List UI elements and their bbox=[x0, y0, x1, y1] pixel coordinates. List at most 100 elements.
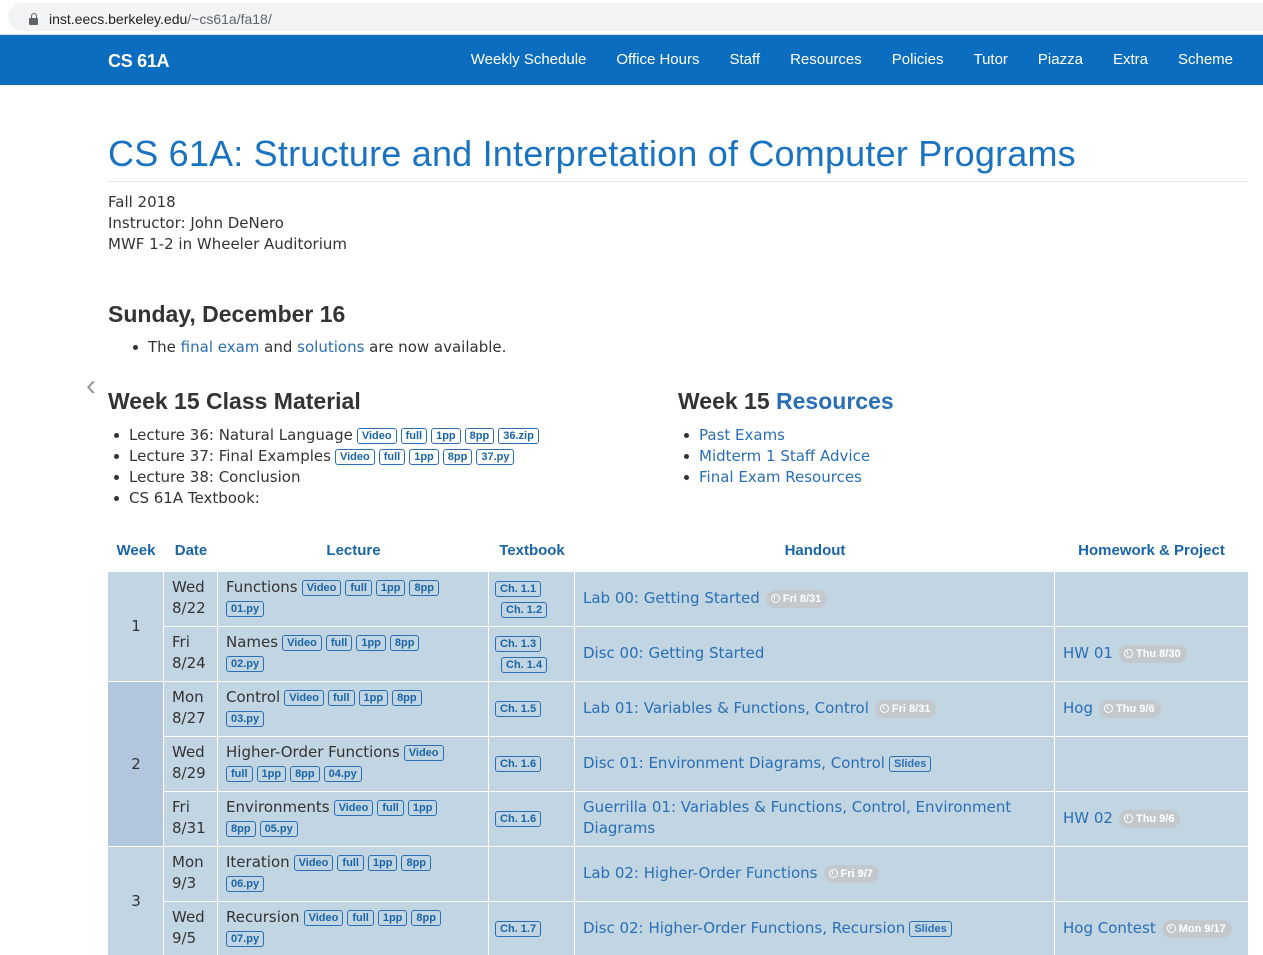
nav-tutor[interactable]: Tutor bbox=[958, 35, 1022, 85]
tag-video-link[interactable]: Video bbox=[293, 855, 334, 871]
tag-video-link[interactable]: Video bbox=[301, 580, 342, 596]
tag-full-link[interactable]: full bbox=[337, 855, 364, 871]
tag-8pp-link[interactable]: 8pp bbox=[389, 635, 420, 651]
tag-07-py-link[interactable]: 07.py bbox=[226, 931, 265, 947]
homework-link[interactable]: Hog bbox=[1063, 699, 1093, 717]
tag-ch-1-5-link[interactable]: Ch. 1.5 bbox=[495, 701, 542, 717]
resources-heading-link[interactable]: Resources bbox=[776, 388, 894, 414]
lecture-line: Iteration Video full 1pp 8pp bbox=[226, 852, 482, 873]
tag-ch-1-3-link[interactable]: Ch. 1.3 bbox=[495, 636, 542, 652]
homework-link[interactable]: Hog Contest bbox=[1063, 919, 1156, 937]
tag-full-link[interactable]: full bbox=[347, 910, 374, 926]
chevron-left-icon[interactable]: ‹ bbox=[86, 371, 96, 401]
material-item: CS 61A Textbook: bbox=[114, 488, 539, 509]
homework-link[interactable]: HW 01 bbox=[1063, 644, 1113, 662]
textbook-line: Ch. 1.1 bbox=[491, 578, 568, 599]
textbook-line: Ch. 1.5 bbox=[491, 698, 568, 719]
handout-cell: Disc 02: Higher-Order Functions, Recursi… bbox=[575, 902, 1055, 955]
tag-full-link[interactable]: full bbox=[378, 449, 406, 465]
handout-link[interactable]: Disc 02: Higher-Order Functions, Recursi… bbox=[583, 919, 905, 937]
tag-full-link[interactable]: full bbox=[226, 766, 253, 782]
tag-slides-link[interactable]: Slides bbox=[888, 756, 932, 772]
tag-8pp-link[interactable]: 8pp bbox=[401, 855, 432, 871]
nav-weekly-schedule[interactable]: Weekly Schedule bbox=[456, 35, 602, 85]
brand-link[interactable]: CS 61A bbox=[108, 51, 170, 72]
date-day: Mon bbox=[172, 853, 204, 871]
tag-8pp-link[interactable]: 8pp bbox=[409, 580, 440, 596]
nav-office-hours[interactable]: Office Hours bbox=[601, 35, 714, 85]
final-exam-resources-link[interactable]: Final Exam Resources bbox=[699, 468, 862, 486]
tag-ch-1-6-link[interactable]: Ch. 1.6 bbox=[495, 756, 542, 772]
lecture-cell: Recursion Video full 1pp 8pp 07.py bbox=[218, 902, 489, 955]
tag-8pp-link[interactable]: 8pp bbox=[411, 910, 441, 926]
tag-01-py-link[interactable]: 01.py bbox=[226, 601, 265, 617]
lock-icon[interactable] bbox=[28, 13, 39, 26]
homework-content: HW 01 Thu 8/30 bbox=[1063, 643, 1242, 664]
material-label: Lecture 38: Conclusion bbox=[129, 468, 301, 486]
tag-1pp-link[interactable]: 1pp bbox=[377, 910, 408, 926]
tag-1pp-link[interactable]: 1pp bbox=[431, 428, 461, 444]
homework-content: Hog Thu 9/6 bbox=[1063, 698, 1242, 719]
midterm-advice-link[interactable]: Midterm 1 Staff Advice bbox=[699, 447, 870, 465]
tag-full-link[interactable]: full bbox=[325, 635, 353, 651]
tag-ch-1-2-link[interactable]: Ch. 1.2 bbox=[501, 602, 548, 618]
tag-1pp-link[interactable]: 1pp bbox=[367, 855, 398, 871]
tag-02-py-link[interactable]: 02.py bbox=[226, 656, 265, 672]
url-text[interactable]: inst.eecs.berkeley.edu/~cs61a/fa18/ bbox=[49, 11, 272, 27]
url-path: /~cs61a/fa18/ bbox=[187, 11, 272, 27]
tag-36-zip-link[interactable]: 36.zip bbox=[498, 428, 539, 444]
tag-8pp-link[interactable]: 8pp bbox=[442, 449, 473, 465]
site-navbar: CS 61A Weekly Schedule Office Hours Staf… bbox=[0, 35, 1263, 85]
tag-06-py-link[interactable]: 06.py bbox=[226, 876, 265, 892]
tag-37-py-link[interactable]: 37.py bbox=[476, 449, 515, 465]
solutions-link[interactable]: solutions bbox=[297, 338, 364, 356]
handout-link[interactable]: Disc 01: Environment Diagrams, Control bbox=[583, 754, 885, 772]
nav-extra[interactable]: Extra bbox=[1098, 35, 1163, 85]
tag-1pp-link[interactable]: 1pp bbox=[407, 800, 438, 816]
tag-full-link[interactable]: full bbox=[328, 690, 355, 706]
tag-slides-link[interactable]: Slides bbox=[909, 921, 952, 937]
tag-04-py-link[interactable]: 04.py bbox=[323, 766, 362, 782]
tag-1pp-link[interactable]: 1pp bbox=[358, 690, 389, 706]
tag-1pp-link[interactable]: 1pp bbox=[375, 580, 406, 596]
nav-piazza[interactable]: Piazza bbox=[1023, 35, 1098, 85]
nav-staff[interactable]: Staff bbox=[714, 35, 775, 85]
tag-video-link[interactable]: Video bbox=[303, 910, 344, 926]
handout-link[interactable]: Guerrilla 01: Variables & Functions, Con… bbox=[583, 798, 1011, 837]
homework-link[interactable]: HW 02 bbox=[1063, 809, 1113, 827]
tag-1pp-link[interactable]: 1pp bbox=[409, 449, 439, 465]
tag-video-link[interactable]: Video bbox=[356, 428, 397, 444]
week-cell: 1 bbox=[108, 572, 164, 682]
handout-link[interactable]: Disc 00: Getting Started bbox=[583, 644, 764, 662]
tag-8pp-link[interactable]: 8pp bbox=[392, 690, 422, 706]
date-cell: Wed 8/22 bbox=[164, 572, 218, 627]
tag-ch-1-7-link[interactable]: Ch. 1.7 bbox=[495, 921, 542, 937]
tag-video-link[interactable]: Video bbox=[333, 800, 374, 816]
tag-ch-1-4-link[interactable]: Ch. 1.4 bbox=[501, 657, 548, 673]
nav-resources[interactable]: Resources bbox=[775, 35, 877, 85]
tag-video-link[interactable]: Video bbox=[403, 745, 444, 761]
tag-video-link[interactable]: Video bbox=[334, 449, 375, 465]
handout-link[interactable]: Lab 02: Higher-Order Functions bbox=[583, 864, 818, 882]
tag-ch-1-6-link[interactable]: Ch. 1.6 bbox=[495, 811, 542, 827]
tag-full-link[interactable]: full bbox=[377, 800, 404, 816]
tag-03-py-link[interactable]: 03.py bbox=[226, 711, 265, 727]
tag-1pp-link[interactable]: 1pp bbox=[356, 635, 386, 651]
tag-8pp-link[interactable]: 8pp bbox=[464, 428, 495, 444]
tag-8pp-link[interactable]: 8pp bbox=[290, 766, 320, 782]
tag-8pp-link[interactable]: 8pp bbox=[226, 821, 256, 837]
nav-scheme[interactable]: Scheme bbox=[1163, 35, 1248, 85]
tag-full-link[interactable]: full bbox=[400, 428, 428, 444]
tag-video-link[interactable]: Video bbox=[282, 635, 322, 651]
handout-link[interactable]: Lab 00: Getting Started bbox=[583, 589, 760, 607]
url-field[interactable]: inst.eecs.berkeley.edu/~cs61a/fa18/ bbox=[8, 3, 1263, 31]
tag-full-link[interactable]: full bbox=[345, 580, 372, 596]
tag-video-link[interactable]: Video bbox=[284, 690, 324, 706]
nav-policies[interactable]: Policies bbox=[877, 35, 959, 85]
final-exam-link[interactable]: final exam bbox=[181, 338, 260, 356]
handout-link[interactable]: Lab 01: Variables & Functions, Control bbox=[583, 699, 869, 717]
tag-05-py-link[interactable]: 05.py bbox=[259, 821, 298, 837]
tag-ch-1-1-link[interactable]: Ch. 1.1 bbox=[495, 581, 542, 597]
past-exams-link[interactable]: Past Exams bbox=[699, 426, 785, 444]
tag-1pp-link[interactable]: 1pp bbox=[256, 766, 287, 782]
